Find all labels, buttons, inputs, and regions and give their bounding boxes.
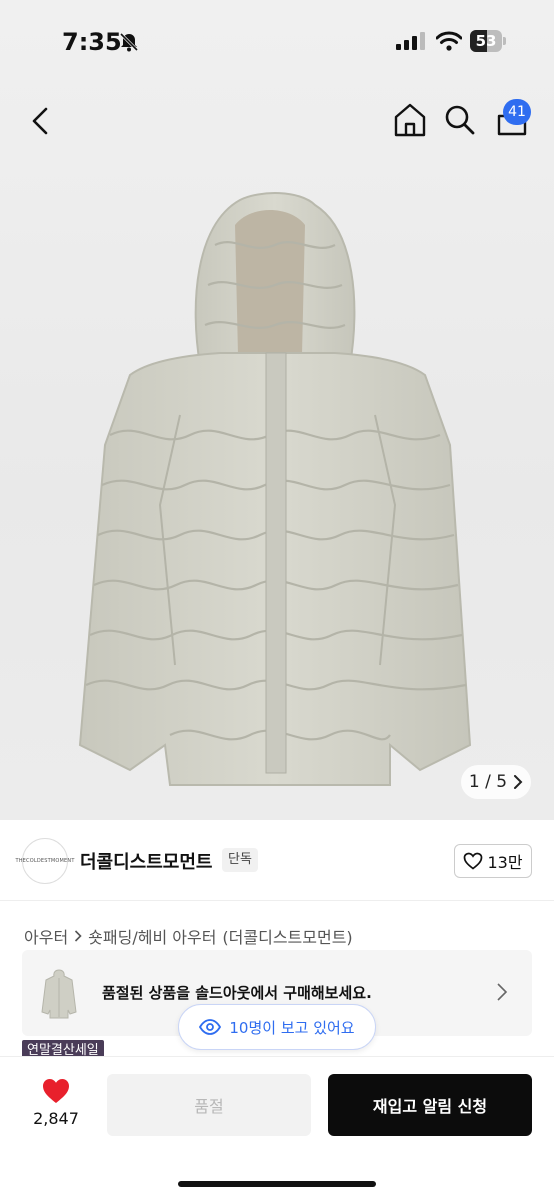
- exclusive-badge: 단독: [222, 848, 258, 872]
- search-icon[interactable]: [444, 104, 476, 136]
- restock-alert-button[interactable]: 재입고 알림 신청: [328, 1074, 532, 1136]
- divider: [0, 900, 554, 901]
- breadcrumb-subcategory[interactable]: 숏패딩/헤비 아우터: [88, 924, 216, 948]
- wifi-icon: [436, 31, 462, 51]
- brand-like-count: 13만: [487, 853, 523, 872]
- heart-filled-icon[interactable]: [41, 1077, 71, 1105]
- silent-bell-icon: [119, 32, 139, 52]
- product-jacket-image: [78, 192, 472, 786]
- chevron-right-icon: [514, 775, 523, 789]
- home-icon[interactable]: [393, 102, 427, 138]
- wish-count: 2,847: [33, 1109, 79, 1128]
- chevron-right-icon: [497, 983, 508, 1001]
- eye-icon: [199, 1019, 222, 1035]
- brand-name[interactable]: 더콜디스트모먼트: [80, 848, 212, 874]
- battery-icon: 53: [470, 30, 506, 52]
- breadcrumb-chevron-icon: [75, 930, 82, 942]
- status-time: 7:35: [62, 28, 122, 56]
- battery-percent: 53: [475, 32, 497, 50]
- breadcrumb-brand[interactable]: (더콜디스트모먼트): [222, 924, 352, 948]
- gallery-counter-text: 1 / 5: [468, 772, 508, 792]
- status-bar: 7:35 53: [0, 0, 554, 84]
- brand-logo[interactable]: THECOLDESTMOMENT: [15, 838, 74, 884]
- brand-logo-text: THECOLDESTMOMENT: [15, 858, 75, 864]
- soldout-banner-text: 품절된 상품을 솔드아웃에서 구매해보세요.: [102, 984, 372, 1002]
- cart-count-badge: 41: [503, 99, 531, 125]
- breadcrumb-category[interactable]: 아우터: [24, 924, 68, 948]
- brand-like-button[interactable]: 13만: [454, 844, 532, 878]
- back-arrow-icon[interactable]: [26, 104, 56, 138]
- cellular-signal-icon: [396, 32, 425, 50]
- soldout-button: 품절: [107, 1074, 311, 1136]
- viewers-text: 10명이 보고 있어요: [229, 1018, 355, 1037]
- brand-row: THECOLDESTMOMENT 더콜디스트모먼트 단독 13만: [0, 836, 554, 886]
- home-indicator: [178, 1181, 376, 1187]
- soldout-thumbnail: [41, 969, 77, 1019]
- breadcrumb: 아우터 숏패딩/헤비 아우터 (더콜디스트모먼트): [24, 924, 353, 948]
- viewers-pill: 10명이 보고 있어요: [178, 1004, 376, 1050]
- bottom-action-bar: 2,847 품절 재입고 알림 신청: [0, 1056, 554, 1200]
- gallery-counter[interactable]: 1 / 5: [461, 765, 531, 799]
- product-image-gallery[interactable]: 7:35 53 41 1 / 5: [0, 0, 554, 820]
- heart-outline-icon: [464, 852, 483, 870]
